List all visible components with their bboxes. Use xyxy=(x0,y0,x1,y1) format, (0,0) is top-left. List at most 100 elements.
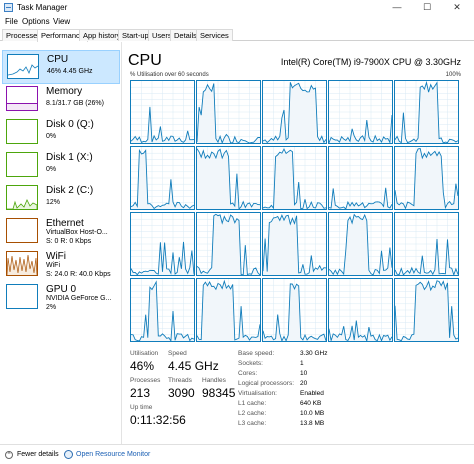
logical-processor-graph xyxy=(328,278,393,342)
sidebar-disk1-name: Disk 1 (X:) xyxy=(46,152,93,163)
menu-view[interactable]: View xyxy=(53,17,70,26)
sidebar-wifi-throughput: S: 24.0 R: 40.0 Kbps xyxy=(46,271,111,278)
disk2-thumbnail-graph xyxy=(6,185,38,210)
logical-processor-graph xyxy=(328,80,393,144)
logical-processor-graph xyxy=(130,146,195,210)
sidebar-item-memory[interactable]: Memory 8.1/31.7 GB (26%) xyxy=(2,83,120,117)
processes-label: Processes xyxy=(130,377,161,384)
logical-processor-graph xyxy=(262,212,327,276)
l3-cache-label: L3 cache: xyxy=(238,420,267,427)
handles-label: Handles xyxy=(202,377,226,384)
resource-monitor-icon[interactable] xyxy=(64,450,73,459)
sidebar-item-gpu0[interactable]: GPU 0 NVIDIA GeForce G... 2% xyxy=(2,281,120,315)
sidebar-cpu-name: CPU xyxy=(47,54,69,65)
sidebar-ethernet-adapter: VirtualBox Host-O... xyxy=(46,229,108,236)
sidebar-item-disk2[interactable]: Disk 2 (C:) 12% xyxy=(2,182,120,216)
sidebar-item-disk1[interactable]: Disk 1 (X:) 0% xyxy=(2,149,120,183)
logical-processor-graph xyxy=(394,80,459,144)
speed-value: 4.45 GHz xyxy=(168,359,219,373)
sidebar-memory-detail: 8.1/31.7 GB (26%) xyxy=(46,100,104,107)
close-button[interactable]: ✕ xyxy=(443,0,471,15)
sidebar-gpu-model: NVIDIA GeForce G... xyxy=(46,295,112,302)
sockets-label: Sockets: xyxy=(238,360,263,367)
logical-processor-graphs[interactable] xyxy=(130,80,460,342)
utilisation-graph-max: 100% xyxy=(445,72,461,78)
minimize-button[interactable]: — xyxy=(383,0,411,15)
utilisation-label: Utilisation xyxy=(130,350,159,357)
l1-cache-label: L1 cache: xyxy=(238,400,267,407)
logical-processor-graph xyxy=(262,146,327,210)
cpu-model-name: Intel(R) Core(TM) i9-7900X CPU @ 3.30GHz xyxy=(280,57,461,67)
menu-options[interactable]: Options xyxy=(22,17,50,26)
logical-processor-graph xyxy=(262,278,327,342)
cpu-detail-panel: CPU Intel(R) Core(TM) i9-7900X CPU @ 3.3… xyxy=(122,42,474,444)
open-resource-monitor-link[interactable]: Open Resource Monitor xyxy=(76,451,150,458)
ethernet-thumbnail-graph xyxy=(6,218,38,243)
wifi-thumbnail-graph xyxy=(6,251,38,276)
fewer-details-button[interactable]: Fewer details xyxy=(17,451,59,458)
logical-processor-graph xyxy=(196,278,261,342)
virtualisation-value: Enabled xyxy=(300,390,324,397)
base-speed-label: Base speed: xyxy=(238,350,275,357)
sidebar-disk0-detail: 0% xyxy=(46,133,57,140)
chevron-up-icon[interactable]: ^ xyxy=(5,451,13,459)
sidebar-item-disk0[interactable]: Disk 0 (Q:) 0% xyxy=(2,116,120,150)
speed-label: Speed xyxy=(168,350,187,357)
l2-cache-label: L2 cache: xyxy=(238,410,267,417)
logical-processor-graph xyxy=(394,146,459,210)
sidebar-cpu-detail: 46% 4.45 GHz xyxy=(47,68,93,75)
logical-processor-graph xyxy=(130,80,195,144)
tab-services[interactable]: Services xyxy=(196,29,233,41)
cores-value: 10 xyxy=(300,370,308,377)
l2-cache-value: 10.0 MB xyxy=(300,410,325,417)
title-bar: Task Manager — ☐ ✕ xyxy=(0,0,474,15)
footer-bar: ^ Fewer details Open Resource Monitor xyxy=(0,444,474,464)
logical-processor-graph xyxy=(196,146,261,210)
virtualisation-label: Virtualisation: xyxy=(238,390,277,397)
cores-label: Cores: xyxy=(238,370,258,377)
logical-processor-graph xyxy=(196,212,261,276)
l1-cache-value: 640 KB xyxy=(300,400,322,407)
task-manager-icon xyxy=(4,3,13,12)
uptime-label: Up time xyxy=(130,404,153,411)
maximize-button[interactable]: ☐ xyxy=(413,0,441,15)
utilisation-value: 46% xyxy=(130,359,155,373)
sidebar-wifi-adapter: WiFi xyxy=(46,262,60,269)
logical-processors-label: Logical processors: xyxy=(238,380,294,387)
sidebar-disk2-name: Disk 2 (C:) xyxy=(46,185,94,196)
sidebar-gpu-usage: 2% xyxy=(46,304,57,311)
utilisation-graph-label: % Utilisation over 60 seconds xyxy=(130,72,209,78)
tab-strip: Processes Performance App history Start-… xyxy=(0,28,474,42)
logical-processor-graph xyxy=(328,212,393,276)
sidebar-item-ethernet[interactable]: Ethernet VirtualBox Host-O... S: 0 R: 0 … xyxy=(2,215,120,249)
sidebar-disk2-detail: 12% xyxy=(46,199,61,206)
disk0-thumbnail-graph xyxy=(6,119,38,144)
window-title: Task Manager xyxy=(17,3,68,12)
memory-thumbnail-graph xyxy=(6,86,38,111)
logical-processors-value: 20 xyxy=(300,380,308,387)
menu-file[interactable]: File xyxy=(5,17,18,26)
sidebar-gpu-name: GPU 0 xyxy=(46,284,77,295)
handles-value: 98345 xyxy=(202,386,236,400)
cpu-thumbnail-graph xyxy=(7,54,39,79)
logical-processor-graph xyxy=(130,212,195,276)
sidebar-ethernet-throughput: S: 0 R: 0 Kbps xyxy=(46,238,92,245)
sidebar-item-wifi[interactable]: WiFi WiFi S: 24.0 R: 40.0 Kbps xyxy=(2,248,120,282)
base-speed-value: 3.30 GHz xyxy=(300,350,328,357)
sockets-value: 1 xyxy=(300,360,304,367)
l3-cache-value: 13.8 MB xyxy=(300,420,325,427)
sidebar-disk0-name: Disk 0 (Q:) xyxy=(46,119,94,130)
menu-bar: File Options View xyxy=(0,15,474,28)
uptime-value: 0:11:32:56 xyxy=(130,413,186,427)
sidebar-memory-name: Memory xyxy=(46,86,83,97)
logical-processor-graph xyxy=(130,278,195,342)
logical-processor-graph xyxy=(394,278,459,342)
logical-processor-graph xyxy=(328,146,393,210)
logical-processor-graph xyxy=(196,80,261,144)
resource-sidebar: CPU 46% 4.45 GHz Memory 8.1/31.7 GB (26%… xyxy=(0,42,122,444)
gpu-thumbnail-graph xyxy=(6,284,38,309)
sidebar-item-cpu[interactable]: CPU 46% 4.45 GHz xyxy=(2,50,120,84)
sidebar-ethernet-name: Ethernet xyxy=(46,218,84,229)
sidebar-wifi-name: WiFi xyxy=(46,251,66,262)
threads-label: Threads xyxy=(168,377,192,384)
